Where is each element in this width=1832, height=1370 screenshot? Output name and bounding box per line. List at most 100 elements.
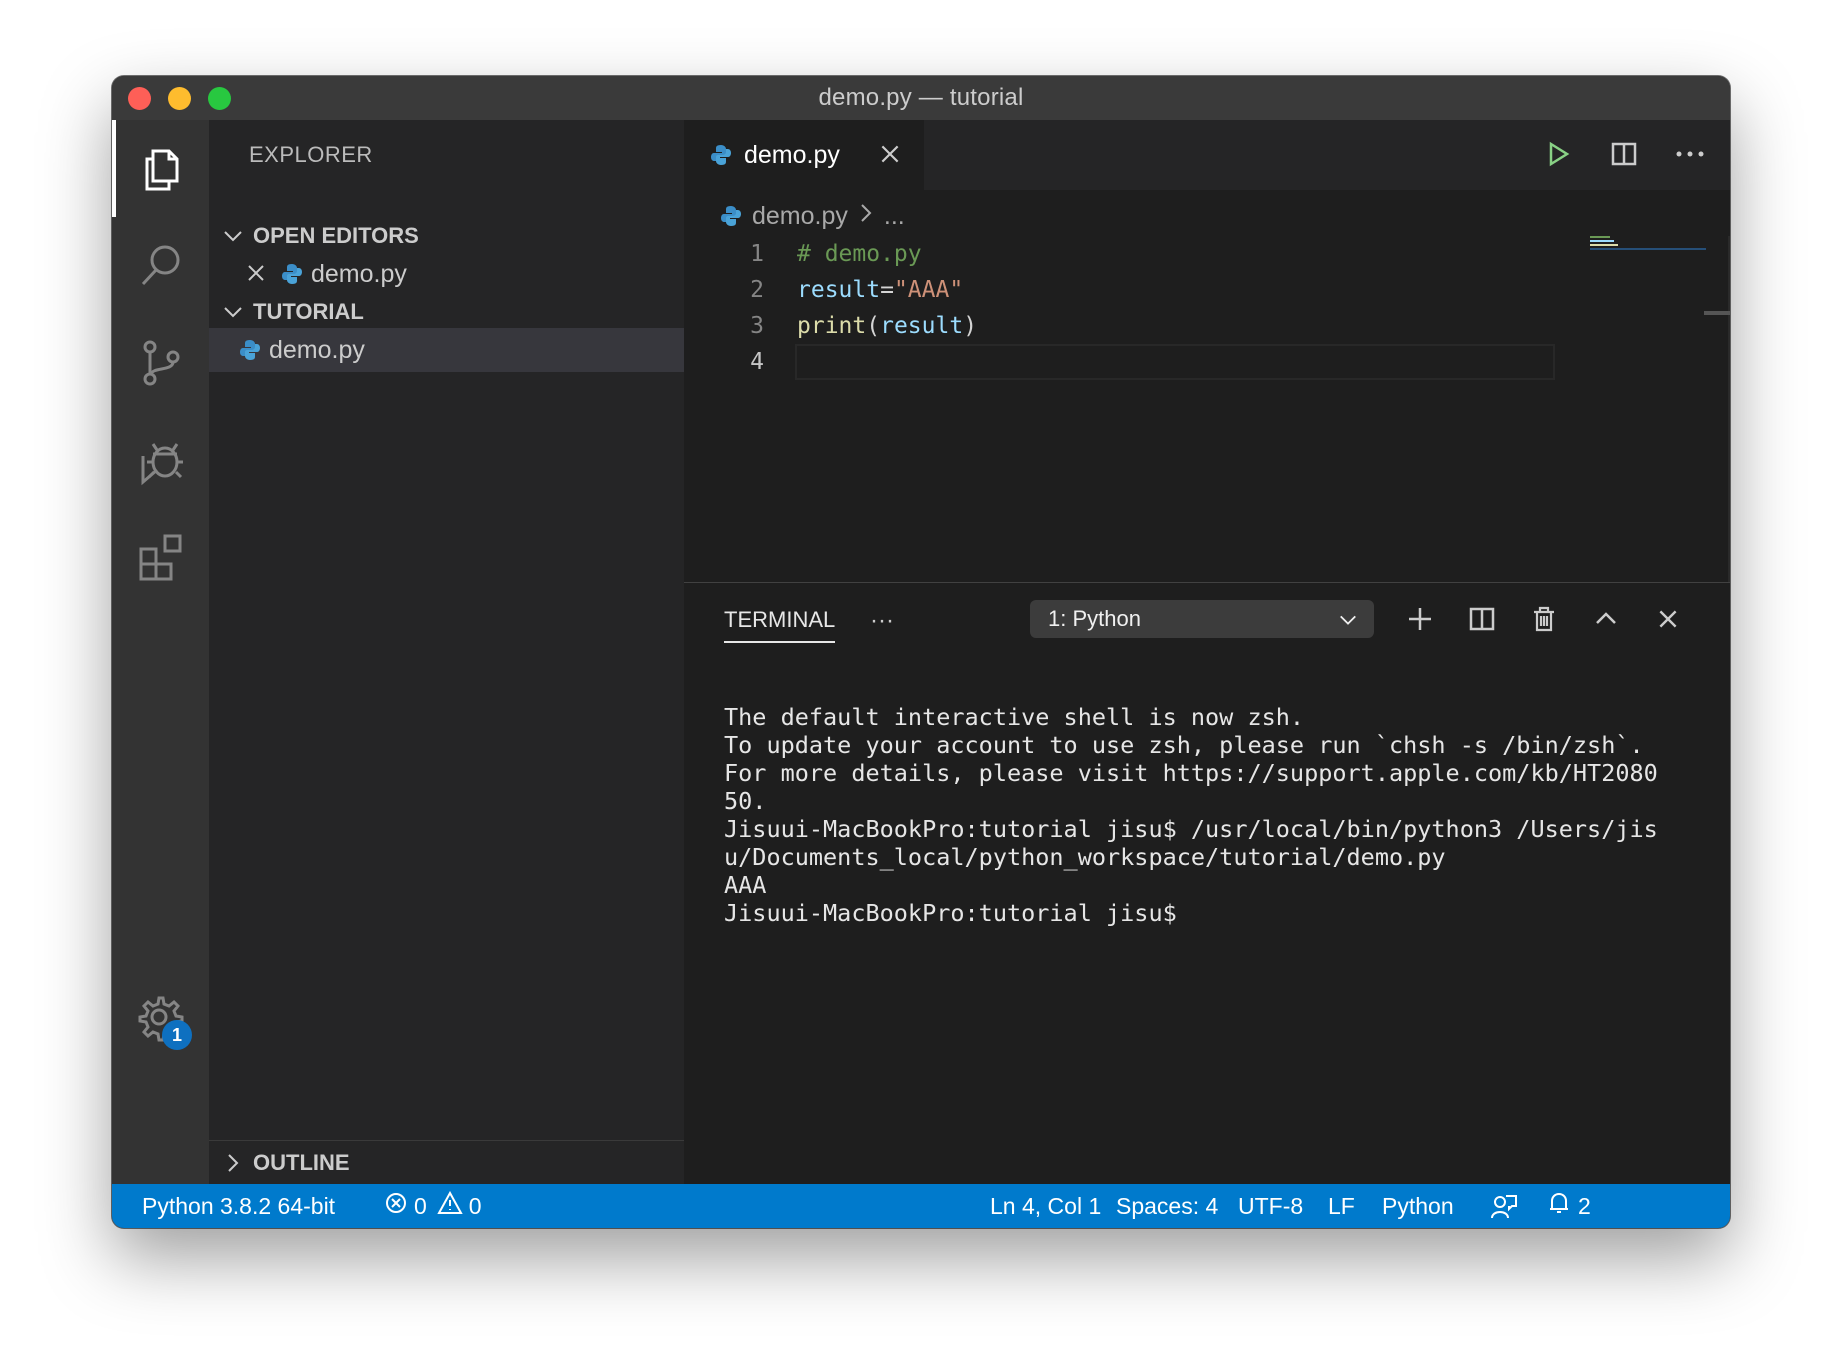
search-icon [141,245,179,285]
settings-badge: 1 [162,1020,192,1050]
outline-section[interactable]: OUTLINE [209,1140,684,1184]
line-number: 1 [750,241,764,267]
minimap-current-line [1590,248,1706,250]
editor-tab-bar: demo.py [684,120,1730,190]
more-actions-icon[interactable] [1670,134,1710,174]
editor-tab-label: demo.py [744,140,840,169]
indentation-label: Spaces: 4 [1116,1192,1219,1219]
error-icon [384,1191,408,1221]
editor-scrollbar-track [1728,236,1730,582]
outline-label: OUTLINE [253,1149,350,1175]
terminal-output[interactable]: The default interactive shell is now zsh… [724,703,1714,927]
cursor-position-status[interactable]: Ln 4, Col 1 [990,1184,1101,1228]
activity-settings[interactable]: 1 [112,970,209,1067]
split-editor-icon[interactable] [1604,134,1644,174]
activity-source-control[interactable] [112,314,209,411]
code-token: ( [866,313,881,339]
terminal-line: AAA [724,871,767,899]
new-terminal-icon[interactable] [1400,599,1440,639]
status-bar: Python 3.8.2 64-bit 0 0 Ln 4, Col 1 Spac… [112,1184,1730,1228]
line-number: 2 [750,277,764,303]
editor-tab[interactable]: demo.py [684,120,924,190]
code-line: 3 print(result) [684,308,977,344]
feedback-icon[interactable] [1490,1184,1518,1228]
terminal-line: Jisuui-MacBookPro:tutorial jisu$ [724,899,1177,927]
close-window-button[interactable] [128,87,151,110]
minimap[interactable] [1590,236,1706,276]
file-tree-item[interactable]: demo.py [209,328,684,372]
line-content: result="AAA" [797,277,963,303]
warning-icon [437,1190,463,1221]
problems-status[interactable]: 0 0 [384,1184,482,1228]
close-icon[interactable] [245,262,269,286]
terminal-tab[interactable]: TERMINAL [724,599,836,643]
terminal-selector-value: 1: Python [1048,606,1141,631]
minimize-window-button[interactable] [168,87,191,110]
python-file-icon [710,144,732,166]
code-token: print [797,313,867,339]
code-token: # demo.py [797,241,922,267]
code-line: 1 # demo.py [684,236,921,272]
overview-ruler-cursor [1704,311,1730,315]
activity-search[interactable] [112,217,209,314]
code-token: ) [963,313,978,339]
current-line-highlight [795,344,1555,380]
run-icon[interactable] [1538,134,1578,174]
breadcrumb-more[interactable]: ... [884,202,905,231]
window-title: demo.py — tutorial [818,84,1024,111]
bell-icon [1546,1190,1572,1222]
activity-bar: 1 [112,120,209,1184]
python-file-icon [281,263,303,285]
minimap-line [1590,240,1614,242]
cursor-position-label: Ln 4, Col 1 [990,1192,1102,1219]
file-tree-filename: demo.py [269,335,365,364]
editor-area: demo.py demo.py ... 1 # demo.py 2 result… [684,120,1730,582]
trash-icon[interactable] [1524,599,1564,639]
breadcrumb-file[interactable]: demo.py [752,202,848,231]
terminal-line: The default interactive shell is now zsh… [724,703,1305,731]
activity-explorer[interactable] [112,120,209,217]
activity-run-debug[interactable] [112,411,209,508]
zoom-window-button[interactable] [208,87,231,110]
interpreter-label: Python 3.8.2 64-bit [142,1192,336,1219]
minimap-line [1590,244,1618,246]
notifications-status[interactable]: 2 [1546,1184,1591,1228]
terminal-line: For more details, please visit https://s… [724,759,1658,787]
code-token: = [880,277,894,303]
activity-extensions[interactable] [112,508,209,605]
terminal-selector[interactable]: 1: Python [1030,600,1374,638]
sidebar-title: EXPLORER [249,142,373,167]
terminal-line: Jisuui-MacBookPro:tutorial jisu$ /usr/lo… [724,815,1658,843]
line-content: # demo.py [797,241,922,267]
encoding-label: UTF-8 [1238,1192,1304,1219]
panel-more-button[interactable]: ··· [870,599,894,643]
interpreter-status[interactable]: Python 3.8.2 64-bit [142,1184,335,1228]
encoding-status[interactable]: UTF-8 [1238,1184,1303,1228]
title-bar: demo.py — tutorial [112,76,1730,120]
line-content: print(result) [797,313,977,339]
vscode-window: demo.py — tutorial 1 EXPLORER OPEN EDITO… [112,76,1730,1228]
split-terminal-icon[interactable] [1462,599,1502,639]
code-token: result [797,277,881,303]
line-number: 4 [750,349,764,375]
python-file-icon [239,339,261,361]
terminal-line: 50. [724,787,767,815]
language-status[interactable]: Python [1382,1184,1454,1228]
chevron-right-icon [858,202,874,231]
indentation-status[interactable]: Spaces: 4 [1116,1184,1218,1228]
code-line: 4 [684,344,764,380]
window-controls [128,87,231,110]
explorer-icon [145,149,178,190]
python-file-icon [720,205,742,227]
chevron-down-icon [213,301,253,323]
source-control-icon [143,340,179,385]
eol-status[interactable]: LF [1328,1184,1355,1228]
maximize-panel-icon[interactable] [1586,599,1626,639]
run-debug-icon [141,442,183,485]
bottom-panel: TERMINAL ··· 1: Python The default inter… [684,582,1730,1184]
close-icon[interactable] [878,142,902,173]
error-count: 0 [414,1192,427,1219]
terminal-line: u/Documents_local/python_workspace/tutor… [724,843,1446,871]
close-panel-icon[interactable] [1648,599,1688,639]
code-line: 2 result="AAA" [684,272,963,308]
